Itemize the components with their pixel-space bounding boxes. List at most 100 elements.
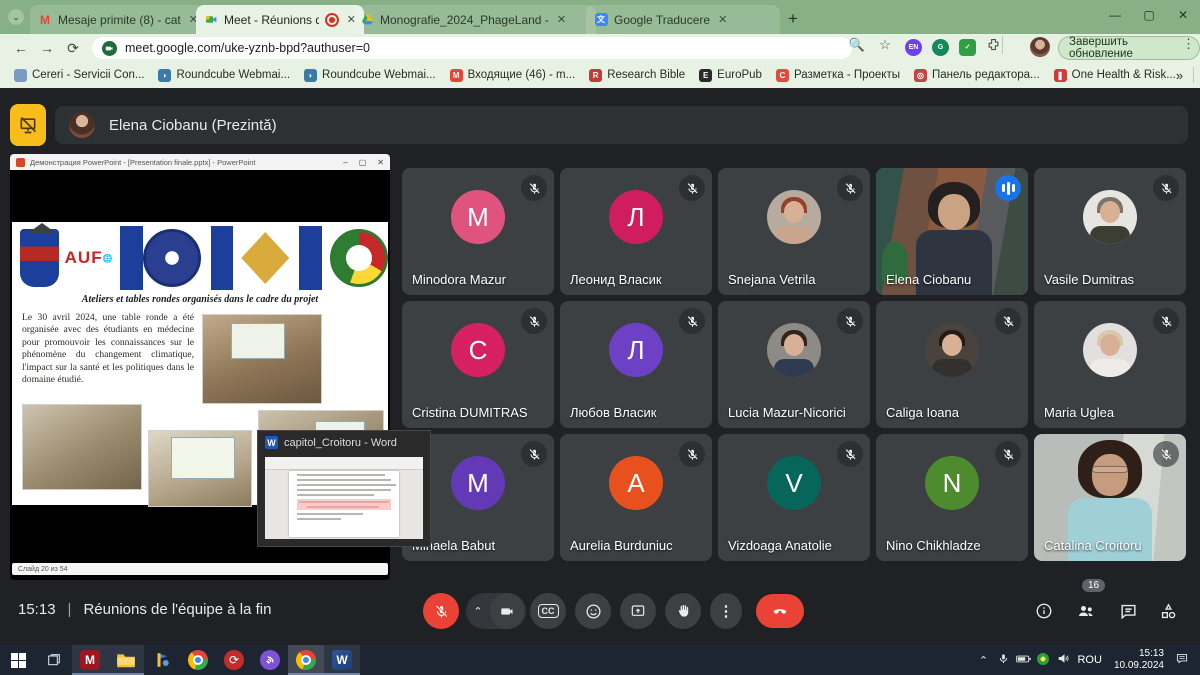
camera-toggle-button[interactable] [490,593,524,629]
reload-button[interactable]: ⟳ [60,37,86,59]
window-maximize-button[interactable]: ▢ [1132,0,1166,30]
bookmark-item-3[interactable]: ◗Roundcube Webmai... [304,69,436,82]
presentation-warning-icon[interactable] [10,104,46,146]
bookmark-item-6[interactable]: EEuroPub [699,69,762,82]
tab-search-icon[interactable]: ⌄ [8,9,24,25]
task-view-button[interactable] [36,645,72,675]
tray-volume-icon[interactable] [1053,652,1073,668]
tab-close-icon[interactable]: ✕ [557,13,566,26]
extensions-puzzle-icon[interactable] [986,37,1001,57]
translate-extension-icon[interactable]: EN [905,39,922,56]
word-document-thumbnail[interactable] [265,457,423,539]
word-preview-title: capitol_Croitoru - Word [284,437,397,449]
chat-panel-button[interactable] [1112,595,1144,627]
bookmark-label: EuroPub [717,69,762,81]
mic-toggle-button[interactable] [423,593,459,629]
participant-name: Lucia Mazur-Nicorici [728,405,846,420]
participant-initial-avatar: A [609,456,663,510]
tray-mic-icon[interactable] [993,653,1013,667]
taskbar-chrome-icon[interactable] [180,645,216,675]
bookmark-item-5[interactable]: RResearch Bible [589,69,685,82]
tray-battery-icon[interactable] [1013,654,1033,667]
taskbar-pinned-app-icon[interactable] [144,645,180,675]
window-close-button[interactable]: ✕ [1166,0,1200,30]
taskbar-word-icon[interactable]: W [324,645,360,675]
participant-tile[interactable]: Snejana Vetrila [718,168,870,295]
present-screen-button[interactable] [620,593,656,629]
raise-hand-button[interactable] [665,593,701,629]
slide-logos: AUF🌐 [12,226,388,290]
reactions-button[interactable] [575,593,611,629]
participant-tile[interactable]: NNino Chikhladze [876,434,1028,561]
camera-options-chevron[interactable]: ⌃ [466,605,490,618]
browser-menu-icon[interactable]: ⋮ [1182,36,1195,52]
more-options-button[interactable]: ⋮ [710,593,742,629]
windows-taskbar: M ⟳ W ⌃ [0,645,1200,675]
participant-tile[interactable]: ЛЛеонид Власик [560,168,712,295]
bookmarks-overflow-icon[interactable]: » [1176,68,1183,83]
participant-tile[interactable]: MMinodora Mazur [402,168,554,295]
bookmark-item-8[interactable]: ◎Панель редактора... [914,69,1040,82]
participant-tile[interactable]: VVizdoaga Anatolie [718,434,870,561]
toolbar-divider [1002,36,1003,54]
bookmark-item-2[interactable]: ◗Roundcube Webmai... [158,69,290,82]
tab-title: Monografie_2024_PhageLand - [380,13,549,27]
browser-tab-4[interactable]: 文Google Traducere✕ [586,5,780,34]
tray-chevron-icon[interactable]: ⌃ [973,654,993,667]
forward-button[interactable]: → [34,37,60,59]
mic-muted-icon [837,308,863,334]
activities-button[interactable] [1152,595,1184,627]
participant-tile[interactable]: Catalina Croitoru [1034,434,1186,561]
window-minimize-button[interactable]: — [1098,0,1132,30]
tray-language[interactable]: ROU [1077,654,1101,666]
taskbar-red-app-icon[interactable]: ⟳ [216,645,252,675]
word-taskbar-preview[interactable]: W capitol_Croitoru - Word [257,430,431,547]
bookmark-item-1[interactable]: Cereri - Servicii Con... [14,69,144,82]
bookmark-item-9[interactable]: ❚One Health & Risk... [1054,69,1176,82]
browser-tab-1[interactable]: MMesaje primite (8) - catalina.cro✕ [30,5,206,34]
drive-icon [360,13,374,27]
participant-tile[interactable]: Maria Uglea [1034,301,1186,428]
pp-close-icon[interactable]: ✕ [377,158,384,167]
participant-tile[interactable]: CCristina DUMITRAS [402,301,554,428]
address-bar[interactable]: meet.google.com/uke-yznb-bpd?authuser=0 [92,37,852,59]
leave-call-button[interactable] [756,594,804,628]
participant-photo-avatar [1083,190,1137,244]
captions-button[interactable]: CC [530,593,566,629]
pp-minimize-icon[interactable]: – [343,158,347,167]
participant-tile[interactable]: Elena Ciobanu [876,168,1028,295]
participant-tile[interactable]: Lucia Mazur-Nicorici [718,301,870,428]
grammarly-extension-icon[interactable]: G [932,39,949,56]
pp-maximize-icon[interactable]: ▢ [359,158,367,167]
participant-tile[interactable]: Vasile Dumitras [1034,168,1186,295]
participants-panel-button[interactable] [1070,595,1102,627]
participant-tile[interactable]: Caliga Ioana [876,301,1028,428]
notification-center-icon[interactable] [1172,652,1192,668]
mic-muted-icon [679,441,705,467]
tray-antivirus-icon[interactable] [1033,653,1053,668]
mic-muted-icon [1153,308,1179,334]
tray-clock[interactable]: 15:13 10.09.2024 [1114,648,1164,673]
taskbar-mendeley-icon[interactable]: M [72,645,108,675]
taskbar-chrome-active-icon[interactable] [288,645,324,675]
back-button[interactable]: ← [8,37,34,59]
browser-tab-2[interactable]: Meet - Réunions de l'équip✕ [196,5,364,34]
bookmark-item-7[interactable]: CРазметка - Проекты [776,69,900,82]
bookmark-star-icon[interactable]: ☆ [873,34,897,56]
new-tab-button[interactable]: + [780,6,806,32]
participant-tile[interactable]: ЛЛюбов Власик [560,301,712,428]
checker-extension-icon[interactable]: ✓ [959,39,976,56]
tray-time: 15:13 [1114,648,1164,661]
taskbar-viber-icon[interactable] [252,645,288,675]
participant-tile[interactable]: AAurelia Burduniuc [560,434,712,561]
browser-tab-3[interactable]: Monografie_2024_PhageLand - ✕ [352,5,596,34]
translate-icon: 文 [594,13,608,27]
finish-update-button[interactable]: Завершить обновление [1058,36,1200,60]
start-button[interactable] [0,645,36,675]
taskbar-file-explorer-icon[interactable] [108,645,144,675]
meeting-details-button[interactable] [1028,595,1060,627]
tab-close-icon[interactable]: ✕ [718,13,727,26]
profile-avatar[interactable] [1030,37,1050,57]
zoom-page-icon[interactable]: 🔍 [845,34,869,56]
bookmark-item-4[interactable]: MВходящие (46) - m... [450,69,576,82]
